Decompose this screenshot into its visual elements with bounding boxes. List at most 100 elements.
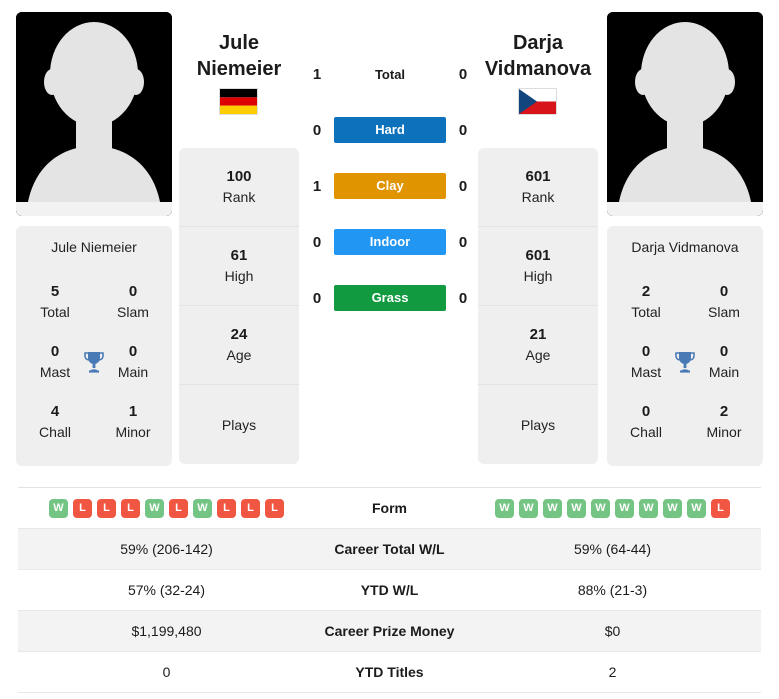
form-badges-right: WWWWWWWWWL — [464, 498, 761, 518]
h2h-right-score-indoor: 0 — [458, 233, 468, 251]
age-value-left: 24 — [230, 326, 248, 343]
form-badge: L — [169, 498, 188, 518]
form-badge: L — [73, 498, 92, 518]
form-badge: W — [687, 498, 706, 518]
profile-card-right: 601 Rank 601 High 21 Age Plays — [478, 148, 598, 464]
high-cell-right: 601 High — [478, 227, 598, 306]
player-first-name-right: Darja — [512, 32, 564, 54]
plays-cell-right: Plays — [478, 385, 598, 464]
h2h-right-score-total: 0 — [458, 65, 468, 83]
h2h-right-score-clay: 0 — [458, 177, 468, 195]
titles-row-left-3: 4 Chall 1 Minor — [16, 392, 172, 452]
form-badge: W — [639, 498, 658, 518]
avatar-right — [607, 12, 763, 216]
h2h-left-score-hard: 0 — [312, 121, 322, 139]
h2h-label-total: Total — [374, 66, 406, 82]
high-label-left: High — [224, 268, 254, 284]
plays-cell-left: Plays — [179, 385, 299, 464]
flag-czech-republic-icon — [518, 88, 557, 115]
titles-row-left-2: 0 Mast 0 Main — [16, 332, 172, 392]
titles-minor-label-right: Minor — [706, 424, 742, 440]
form-badge: W — [495, 498, 514, 518]
comparison-header: Jule Niemeier Darja Vidmanova 1 Total 0 … — [0, 0, 779, 478]
titles-total-label-left: Total — [40, 304, 70, 320]
career-total-wl-left: 59% (206-142) — [18, 528, 315, 570]
age-cell-left: 24 Age — [179, 306, 299, 385]
form-badge: L — [241, 498, 260, 518]
h2h-right-score-hard: 0 — [458, 121, 468, 139]
titles-total-left: 5 Total — [16, 282, 94, 322]
high-cell-left: 61 High — [179, 227, 299, 306]
avatar-placeholder-icon — [607, 12, 763, 216]
form-badge: L — [217, 498, 236, 518]
h2h-label-grass[interactable]: Grass — [334, 285, 446, 311]
h2h-right-score-grass: 0 — [458, 289, 468, 307]
titles-card-left: Jule Niemeier 5 Total 0 Slam 0 Mast 0 Ma… — [16, 226, 172, 466]
table-row: 57% (32-24) YTD W/L 88% (21-3) — [18, 569, 761, 611]
form-badge: W — [145, 498, 164, 518]
titles-row-right-2: 0 Mast 0 Main — [607, 332, 763, 392]
rank-value-left: 100 — [226, 168, 252, 185]
ytd-titles-right: 2 — [464, 651, 761, 693]
table-row: 0 YTD Titles 2 — [18, 651, 761, 693]
form-badge: W — [663, 498, 682, 518]
titles-row-right-1: 2 Total 0 Slam — [607, 272, 763, 332]
h2h-row-hard: 0 Hard 0 — [300, 116, 480, 144]
ytd-wl-label: YTD W/L — [315, 569, 464, 611]
trophy-icon — [81, 349, 107, 375]
h2h-label-clay[interactable]: Clay — [334, 173, 446, 199]
h2h-row-total: 1 Total 0 — [300, 60, 480, 88]
player-first-name-left: Jule — [218, 32, 260, 54]
titles-slam-label-right: Slam — [708, 304, 740, 320]
rank-cell-right: 601 Rank — [478, 148, 598, 227]
avatar-placeholder-icon — [16, 12, 172, 216]
age-label-right: Age — [525, 347, 551, 363]
titles-chall-label-right: Chall — [630, 424, 662, 440]
form-badge: L — [265, 498, 284, 518]
titles-total-value-right: 2 — [641, 283, 651, 300]
flag-germany-icon — [219, 88, 258, 115]
titles-slam-value-right: 0 — [719, 283, 729, 300]
form-badges-left: WLLLWLWLLL — [18, 498, 315, 518]
form-badge: W — [519, 498, 538, 518]
ytd-titles-left: 0 — [18, 651, 315, 693]
player-comparison-page: Jule Niemeier Darja Vidmanova 1 Total 0 … — [0, 0, 779, 699]
h2h-label-hard[interactable]: Hard — [334, 117, 446, 143]
titles-minor-right: 2 Minor — [685, 402, 763, 442]
ytd-titles-label: YTD Titles — [315, 651, 464, 693]
form-row-label: Form — [315, 487, 464, 529]
titles-minor-label-left: Minor — [115, 424, 151, 440]
titles-total-value-left: 5 — [50, 283, 60, 300]
titles-chall-label-left: Chall — [39, 424, 71, 440]
ytd-wl-left: 57% (32-24) — [18, 569, 315, 611]
h2h-row-grass: 0 Grass 0 — [300, 284, 480, 312]
rank-value-right: 601 — [525, 168, 551, 185]
titles-card-name-right: Darja Vidmanova — [631, 239, 739, 255]
form-badge: W — [193, 498, 212, 518]
titles-minor-value-right: 2 — [719, 403, 729, 420]
ytd-wl-right: 88% (21-3) — [464, 569, 761, 611]
comparison-stats-table: WLLLWLWLLL Form WWWWWWWWWL 59% (206-142)… — [18, 487, 761, 693]
titles-slam-value-left: 0 — [128, 283, 138, 300]
h2h-row-clay: 1 Clay 0 — [300, 172, 480, 200]
age-cell-right: 21 Age — [478, 306, 598, 385]
form-badge: L — [711, 498, 730, 518]
high-value-left: 61 — [230, 247, 248, 264]
rank-cell-left: 100 Rank — [179, 148, 299, 227]
h2h-left-score-total: 1 — [312, 65, 322, 83]
titles-total-right: 2 Total — [607, 282, 685, 322]
form-badge: W — [49, 498, 68, 518]
form-badge: L — [121, 498, 140, 518]
player-name-left[interactable]: Jule Niemeier — [154, 30, 324, 82]
career-prize-money-label: Career Prize Money — [315, 610, 464, 652]
form-badge: W — [543, 498, 562, 518]
head-to-head-panel: 1 Total 0 0 Hard 0 1 Clay 0 0 Indoor 0 0 — [300, 60, 480, 340]
age-label-left: Age — [226, 347, 252, 363]
h2h-left-score-clay: 1 — [312, 177, 322, 195]
h2h-row-indoor: 0 Indoor 0 — [300, 228, 480, 256]
titles-chall-value-right: 0 — [641, 403, 651, 420]
h2h-left-score-grass: 0 — [312, 289, 322, 307]
high-label-right: High — [523, 268, 553, 284]
table-row: $1,199,480 Career Prize Money $0 — [18, 610, 761, 652]
h2h-label-indoor[interactable]: Indoor — [334, 229, 446, 255]
